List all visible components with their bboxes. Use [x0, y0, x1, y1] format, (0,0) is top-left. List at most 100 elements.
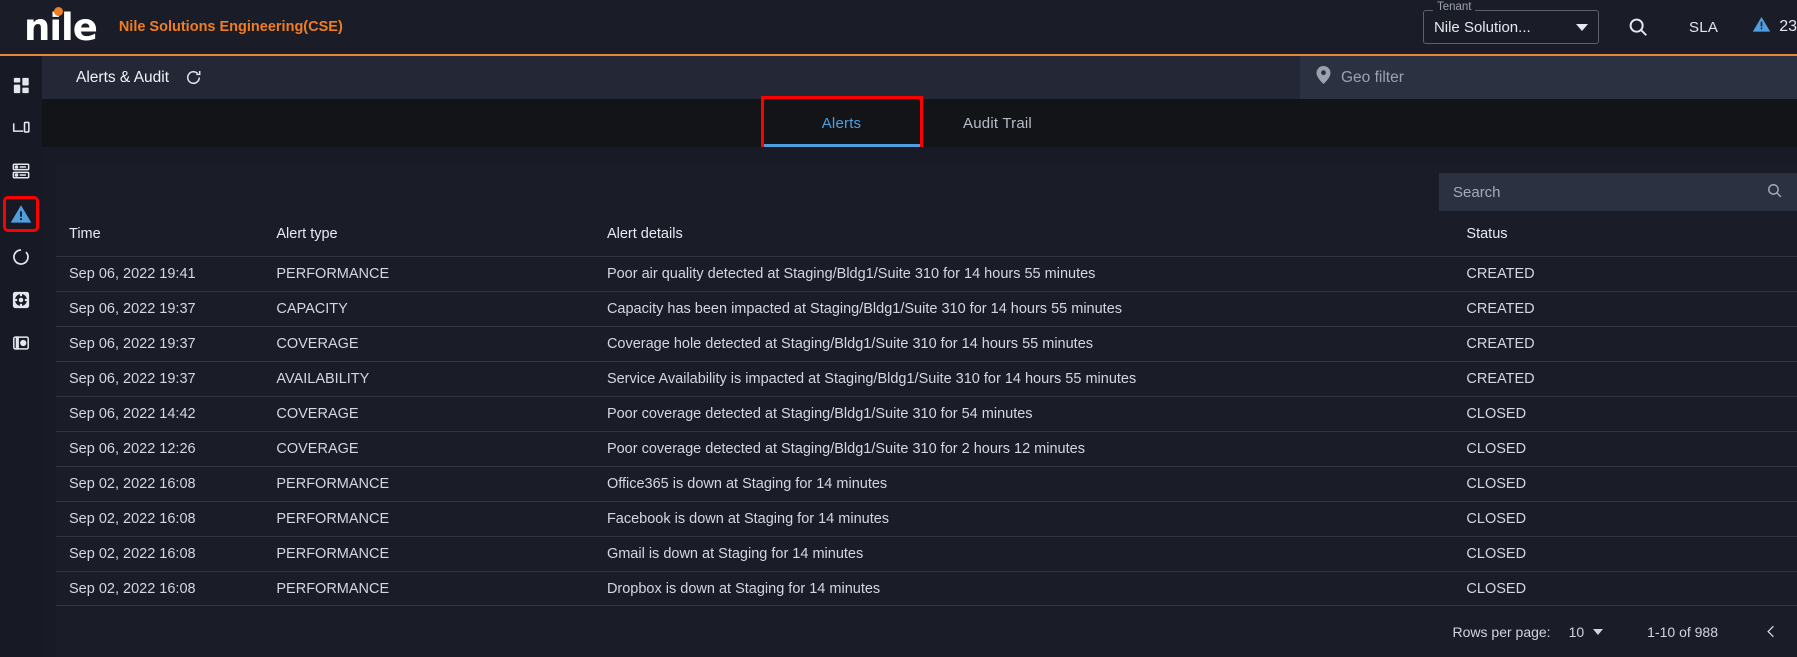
sidebar-item-operations[interactable] [6, 242, 36, 272]
cell-details: Poor coverage detected at Staging/Bldg1/… [606, 396, 1467, 432]
sidebar-item-subscription[interactable] [6, 328, 36, 358]
cell-details: Service Availability is impacted at Stag… [606, 361, 1467, 397]
cell-type: PERFORMANCE [276, 571, 607, 606]
gear-icon [12, 291, 30, 309]
tenant-label: Tenant [1432, 1, 1476, 13]
chevron-down-icon [1575, 23, 1588, 31]
org-name: Nile Solutions Engineering(CSE) [118, 19, 343, 35]
cell-type: COVERAGE [276, 431, 607, 467]
header-controls: Tenant Nile Solution... SLA 23 [1422, 0, 1797, 54]
cell-type: PERFORMANCE [276, 256, 607, 292]
sidebar-item-inventory[interactable] [6, 156, 36, 186]
geo-filter-input[interactable]: Geo filter [1300, 56, 1797, 99]
tab-alerts-label: Alerts [821, 114, 862, 132]
cell-details: Gmail is down at Staging for 14 minutes [606, 536, 1467, 572]
alert-count-badge[interactable]: 23 [1752, 15, 1797, 39]
table-header-row: Time Alert type Alert details Status [56, 220, 1797, 257]
geo-filter-placeholder: Geo filter [1341, 68, 1404, 86]
sidebar-item-dashboard[interactable] [6, 70, 36, 100]
chevron-down-icon [1593, 628, 1604, 635]
alerts-table: Time Alert type Alert details Status Sep… [56, 220, 1797, 606]
cell-details: Poor coverage detected at Staging/Bldg1/… [606, 431, 1467, 467]
nile-logo-dot [54, 6, 63, 16]
cell-time: Sep 02, 2022 16:08 [56, 501, 277, 537]
table-row[interactable]: Sep 06, 2022 14:42 COVERAGE Poor coverage … [56, 396, 1797, 432]
search-input[interactable]: Search [1439, 173, 1797, 211]
cell-status: CLOSED [1466, 571, 1797, 606]
column-header-details[interactable]: Alert details [607, 220, 1466, 257]
cell-type: AVAILABILITY [276, 361, 607, 397]
cell-time: Sep 02, 2022 16:08 [56, 466, 277, 502]
table-row[interactable]: Sep 06, 2022 19:41 PERFORMANCE Poor air qu… [56, 256, 1797, 292]
cell-time: Sep 06, 2022 19:41 [56, 256, 277, 292]
table-row[interactable]: Sep 06, 2022 12:26 COVERAGE Poor coverage … [56, 431, 1797, 467]
cell-type: COVERAGE [276, 396, 607, 432]
pagination-bar: Rows per page: 10 1-10 of 988 [56, 605, 1797, 657]
search-icon[interactable] [1766, 182, 1783, 203]
tab-audit-trail-label: Audit Trail [963, 114, 1032, 132]
alerts-table-body: Sep 06, 2022 19:41 PERFORMANCE Poor air qu… [56, 256, 1797, 606]
cell-status: CREATED [1466, 361, 1797, 397]
cell-type: PERFORMANCE [276, 466, 607, 502]
app-root: nile Nile Solutions Engineering(CSE) Ten… [0, 0, 1797, 657]
cell-details: Dropbox is down at Staging for 14 minute… [606, 571, 1467, 606]
chevron-left-icon[interactable] [1764, 624, 1779, 639]
table-row[interactable]: Sep 02, 2022 16:08 PERFORMANCE Office365 i… [56, 466, 1797, 502]
cell-details: Capacity has been impacted at Staging/Bl… [606, 291, 1467, 327]
search-icon[interactable] [1627, 16, 1649, 38]
sidebar-item-alerts[interactable] [3, 196, 39, 232]
alerts-card: Search Time Alert type Alert details Sta… [56, 164, 1797, 657]
cell-status: CLOSED [1466, 466, 1797, 502]
cell-time: Sep 06, 2022 19:37 [56, 291, 277, 327]
cell-status: CREATED [1466, 291, 1797, 327]
table-row[interactable]: Sep 02, 2022 16:08 PERFORMANCE Dropbox is … [56, 571, 1797, 606]
cell-time: Sep 06, 2022 14:42 [56, 396, 277, 432]
cell-type: CAPACITY [276, 291, 607, 327]
tab-audit-trail[interactable]: Audit Trail [920, 99, 1076, 147]
table-row[interactable]: Sep 02, 2022 16:08 PERFORMANCE Gmail is do… [56, 536, 1797, 572]
column-header-time[interactable]: Time [56, 220, 276, 257]
column-header-status[interactable]: Status [1466, 220, 1797, 257]
server-rack-icon [12, 163, 30, 179]
tab-alerts[interactable]: Alerts [760, 96, 923, 150]
column-header-type[interactable]: Alert type [276, 220, 607, 257]
page-title: Alerts & Audit [76, 68, 170, 86]
cell-time: Sep 02, 2022 16:08 [56, 536, 277, 572]
rows-per-page-label: Rows per page: [1452, 623, 1551, 640]
sidebar-item-settings[interactable] [6, 285, 36, 315]
cell-time: Sep 06, 2022 19:37 [56, 326, 277, 362]
cell-time: Sep 02, 2022 16:08 [56, 571, 277, 606]
cell-type: PERFORMANCE [276, 501, 607, 537]
page-header-bar: Alerts & Audit Geo filter [42, 56, 1797, 99]
dashboard-grid-icon [13, 77, 29, 93]
monitor-device-icon [12, 121, 30, 133]
cell-type: PERFORMANCE [276, 536, 607, 572]
cell-status: CLOSED [1466, 501, 1797, 537]
cell-status: CREATED [1466, 256, 1797, 292]
tenant-select-box[interactable]: Nile Solution... [1422, 10, 1599, 44]
nile-logo[interactable]: nile [24, 6, 98, 46]
cell-status: CLOSED [1466, 431, 1797, 467]
rows-per-page-value: 10 [1568, 623, 1585, 640]
table-row[interactable]: Sep 06, 2022 19:37 CAPACITY Capacity has b… [56, 291, 1797, 327]
cell-status: CLOSED [1466, 396, 1797, 432]
tenant-selector[interactable]: Tenant Nile Solution... [1422, 1, 1599, 44]
rows-per-page-select[interactable]: 10 [1569, 624, 1604, 640]
cell-type: COVERAGE [276, 326, 607, 362]
tab-strip: Alerts Audit Trail [42, 96, 1797, 150]
table-row[interactable]: Sep 06, 2022 19:37 AVAILABILITY Service Av… [56, 361, 1797, 397]
cell-details: Office365 is down at Staging for 14 minu… [606, 466, 1467, 502]
warning-triangle-icon [1752, 15, 1771, 39]
table-row[interactable]: Sep 02, 2022 16:08 PERFORMANCE Facebook is… [56, 501, 1797, 537]
left-sidebar [0, 56, 42, 657]
pagination-range: 1-10 of 988 [1647, 623, 1718, 640]
circle-arrow-icon [13, 249, 29, 265]
sla-button[interactable]: SLA [1689, 19, 1718, 36]
search-input-placeholder: Search [1453, 183, 1501, 201]
refresh-icon[interactable] [185, 69, 202, 86]
cell-time: Sep 06, 2022 19:37 [56, 361, 277, 397]
cell-details: Coverage hole detected at Staging/Bldg1/… [606, 326, 1467, 362]
table-row[interactable]: Sep 06, 2022 19:37 COVERAGE Coverage hole … [56, 326, 1797, 362]
sidebar-item-clients[interactable] [6, 113, 36, 143]
tenant-selected-value: Nile Solution... [1433, 18, 1531, 36]
